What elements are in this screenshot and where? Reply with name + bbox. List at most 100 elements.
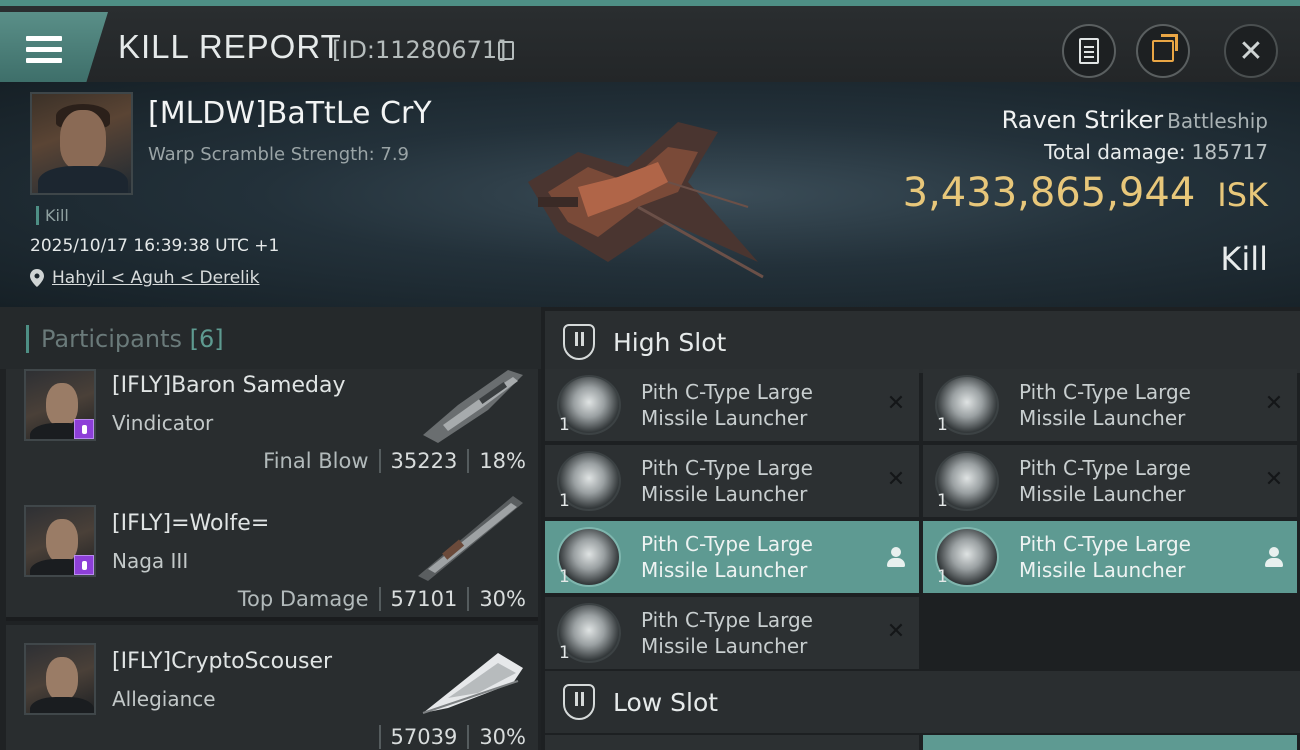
result-label: Kill [1220,240,1268,278]
high-slot-icon [563,324,595,360]
victim-pilot-name[interactable]: [MLDW]BaTtLe CrY [148,96,432,131]
module-name: Pith C-Type Large Missile Launcher [1019,531,1239,583]
participant-card[interactable]: [IFLY]=Wolfe= Naga III Top Damage 57101 … [6,487,538,621]
pilot-icon [887,547,905,567]
module-item[interactable]: 1 Pith C-Type Large Missile Launcher ✕ [545,445,919,517]
module-name-line2: Missile Launcher [1019,558,1186,582]
module-name-line1: Pith C-Type Large [641,456,813,480]
module-name-line2: Missile Launcher [1019,406,1186,430]
kill-tag: Kill [36,206,69,225]
high-slot-title: High Slot [613,328,727,357]
module-item[interactable]: 1 Pith C-Type Large Missile Launcher ✕ [923,445,1297,517]
participant-ship-image [422,653,523,714]
module-item-dropped[interactable]: 1 Pith C-Type Large Missile Launcher [923,521,1297,593]
share-icon [1152,34,1178,62]
participant-percent: 18% [479,449,526,473]
module-name: Pith C-Type Large Missile Launcher [1019,455,1239,507]
fitting-panel[interactable]: High Slot 1 Pith C-Type Large Missile Lau… [541,307,1300,750]
participant-percent: 30% [479,725,526,749]
copy-id-icon[interactable] [498,41,514,60]
close-button[interactable]: ✕ [1224,24,1278,78]
clipboard-button[interactable] [1062,24,1116,78]
participant-damage: 57101 [390,587,458,611]
menu-button[interactable] [0,12,108,82]
participant-card[interactable]: [IFLY]Baron Sameday Vindicator Final Blo… [6,369,538,503]
module-name: Pith C-Type Large Missile Launcher [641,531,861,583]
close-icon: ✕ [1238,33,1264,69]
module-item-dropped[interactable]: 1 Pith C-Type Large Missile Launcher [545,521,919,593]
participant-stats: Final Blow 35223 18% [263,449,526,473]
participants-header: Participants [6] [0,307,541,369]
participant-card[interactable]: [IFLY]CryptoScouser Allegiance 57039 30% [6,625,538,750]
module-quantity: 1 [937,491,948,511]
isk-amount: 3,433,865,944 [902,170,1196,216]
participant-role: Top Damage [237,587,369,611]
module-quantity: 1 [559,567,570,587]
participant-name: [IFLY]=Wolfe= [112,511,270,536]
module-name-line2: Missile Launcher [641,558,808,582]
module-name-line1: Pith C-Type Large [641,608,813,632]
participant-ship: Naga III [112,549,189,573]
module-name-line1: Pith C-Type Large [1019,456,1191,480]
participant-avatar[interactable] [24,505,96,577]
header-bar: KILL REPORT [ID:11280671] ✕ [0,0,1300,82]
location-link[interactable]: Hahyil < Aguh < Derelik [52,268,259,288]
participant-name: [IFLY]Baron Sameday [112,373,346,398]
module-name-line1: Pith C-Type Large [1019,380,1191,404]
module-item[interactable]: 1 Pith C-Type Large Missile Launcher ✕ [923,369,1297,441]
kill-report-screen: KILL REPORT [ID:11280671] ✕ [MLDW]BaTtLe… [0,0,1300,750]
low-slot-icon [563,684,595,720]
warp-scramble-strength: Warp Scramble Strength: 7.9 [148,144,410,165]
module-quantity: 1 [559,491,570,511]
participant-stats: 57039 30% [378,725,526,749]
isk-unit: ISK [1217,176,1268,214]
participant-ship: Allegiance [112,687,216,711]
total-damage-label: Total damage: [1044,140,1186,164]
total-damage-value: 185717 [1191,140,1268,164]
page-title: KILL REPORT [118,28,342,65]
total-damage: Total damage: 185717 [1044,140,1268,164]
participant-percent: 30% [479,587,526,611]
participant-role: Final Blow [263,449,369,473]
participant-ship: Vindicator [112,411,214,435]
share-button[interactable] [1136,24,1190,78]
destroyed-icon: ✕ [886,619,906,644]
module-name: Pith C-Type Large Missile Launcher [641,607,861,659]
participant-damage: 35223 [390,449,458,473]
module-name: Pith C-Type Large Missile Launcher [641,455,861,507]
participant-name: [IFLY]CryptoScouser [112,649,333,674]
low-slot-item-partial[interactable] [545,735,919,750]
clipboard-icon [1079,38,1099,64]
module-name-line1: Pith C-Type Large [641,532,813,556]
low-slot-item-partial[interactable] [923,735,1297,750]
ship-class: Battleship [1167,109,1268,133]
participant-ship-image [418,496,523,581]
module-name-line2: Missile Launcher [641,482,808,506]
participants-title: Participants [6] [26,325,224,353]
participants-label: Participants [41,325,182,353]
destroyed-icon: ✕ [1264,467,1284,492]
module-item[interactable]: 1 Pith C-Type Large Missile Launcher ✕ [545,597,919,669]
low-slot-header: Low Slot [545,671,1300,733]
participant-ship-image [423,370,523,443]
victim-ship-name[interactable]: Raven Striker Battleship [1002,106,1268,134]
kill-location[interactable]: Hahyil < Aguh < Derelik [30,268,259,288]
participants-panel[interactable]: Participants [6] [IFLY]Baron Sameday Vin… [0,307,541,750]
kill-id: [ID:11280671] [332,36,507,64]
module-item[interactable]: 1 Pith C-Type Large Missile Launcher ✕ [545,369,919,441]
participant-stats: Top Damage 57101 30% [238,587,526,611]
module-name-line2: Missile Launcher [641,634,808,658]
victim-portrait[interactable] [30,92,133,195]
participant-avatar[interactable] [24,643,96,715]
module-name-line1: Pith C-Type Large [641,380,813,404]
participant-avatar[interactable] [24,369,96,441]
module-name-line1: Pith C-Type Large [1019,532,1191,556]
isk-value: 3,433,865,944 ISK [903,170,1268,216]
module-name-line2: Missile Launcher [1019,482,1186,506]
participant-damage: 57039 [390,725,458,749]
destroyed-icon: ✕ [1264,391,1284,416]
participants-count: [6] [189,325,224,353]
low-slot-title: Low Slot [613,688,719,717]
destroyed-icon: ✕ [886,391,906,416]
module-name: Pith C-Type Large Missile Launcher [641,379,861,431]
